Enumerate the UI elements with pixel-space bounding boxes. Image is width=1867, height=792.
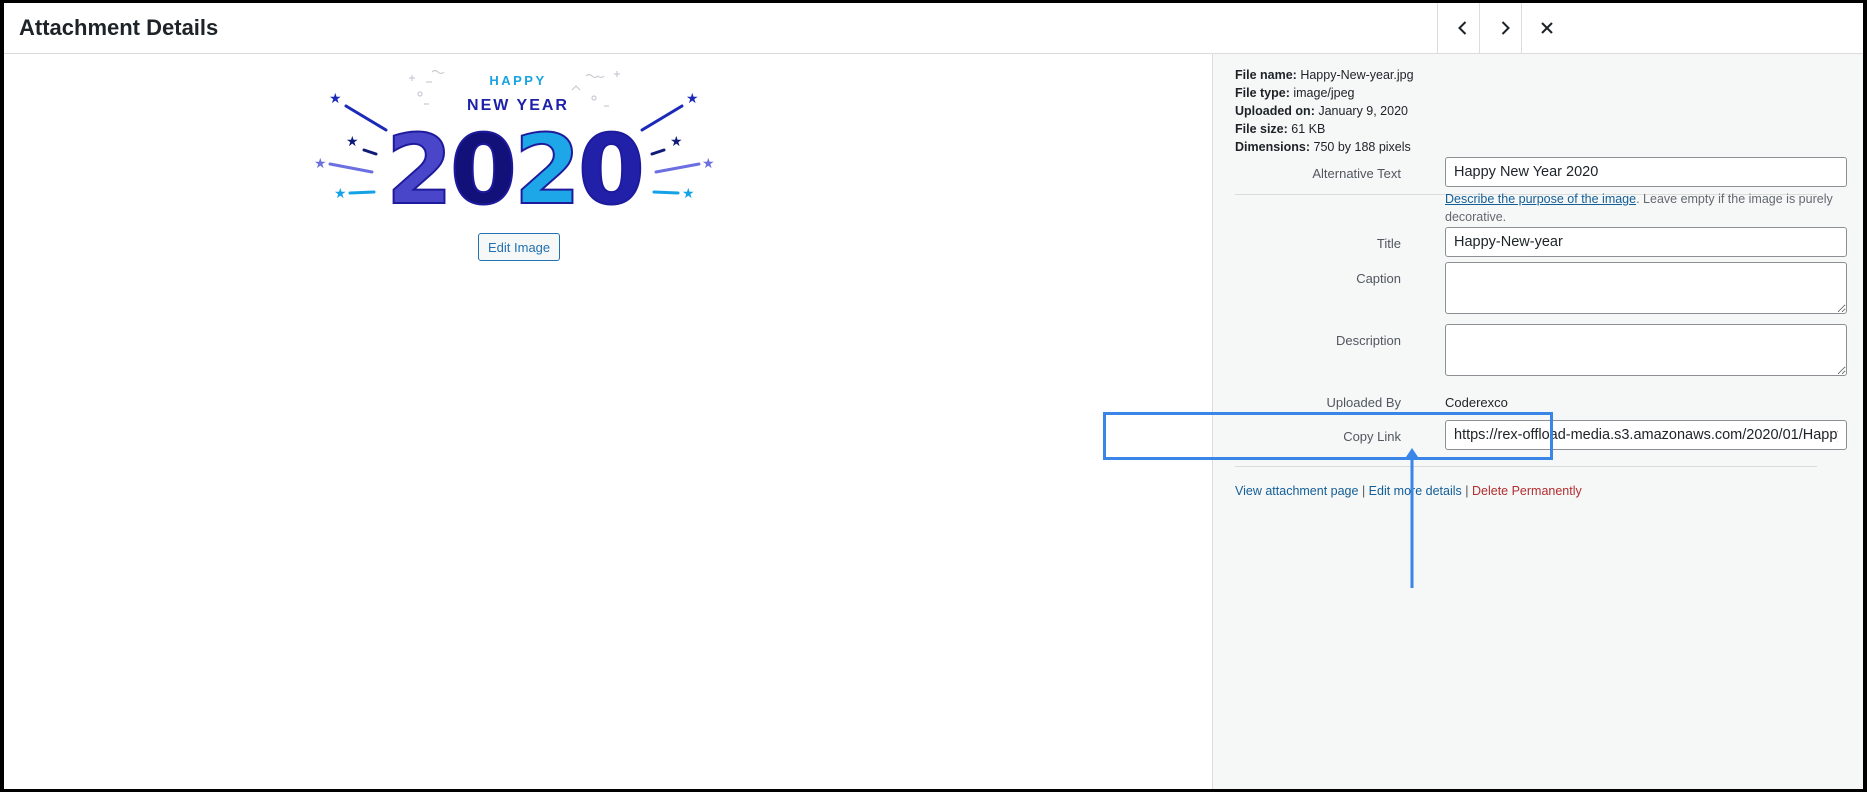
image-digit: 0 — [450, 114, 517, 213]
file-info: File name: Happy-New-year.jpg File type:… — [1235, 66, 1414, 156]
delete-permanently-link[interactable]: Delete Permanently — [1472, 484, 1582, 498]
modal-title: Attachment Details — [19, 15, 219, 40]
svg-text:★: ★ — [314, 156, 327, 172]
title-input[interactable] — [1445, 227, 1847, 257]
edit-image-button[interactable]: Edit Image — [478, 233, 561, 261]
attachment-preview: HAPPY NEW YEAR ★ ★ ★ ★ ★ ★ ★ ★ 2 0 2 0 E… — [4, 54, 1212, 789]
image-text-new-year: NEW YEAR — [467, 97, 569, 114]
file-size-row: File size: 61 KB — [1235, 122, 1326, 136]
description-label: Description — [1335, 333, 1401, 348]
divider — [1235, 466, 1817, 467]
image-digit: 2 — [386, 114, 453, 213]
file-type-row: File type: image/jpeg — [1235, 86, 1355, 100]
description-textarea[interactable] — [1445, 324, 1847, 376]
chevron-left-icon — [1458, 21, 1467, 35]
modal-header: Attachment Details — [4, 3, 1863, 54]
view-attachment-page-link[interactable]: View attachment page — [1235, 484, 1358, 498]
copy-link-highlight — [1103, 412, 1553, 460]
svg-text:★: ★ — [702, 156, 715, 172]
caption-label: Caption — [1356, 271, 1401, 286]
svg-text:★: ★ — [682, 186, 695, 202]
image-digit: 0 — [578, 114, 645, 213]
image-digit: 2 — [514, 114, 581, 213]
chevron-right-icon — [1501, 21, 1510, 35]
alt-text-help: Describe the purpose of the image. Leave… — [1445, 192, 1833, 224]
close-icon — [1541, 22, 1553, 34]
uploaded-by-value: Coderexco — [1445, 395, 1508, 410]
close-button[interactable] — [1521, 3, 1572, 53]
svg-text:★: ★ — [686, 91, 699, 107]
alt-text-label: Alternative Text — [1312, 166, 1401, 181]
svg-text:★: ★ — [670, 134, 683, 150]
title-label: Title — [1376, 236, 1401, 251]
alt-text-input[interactable] — [1445, 157, 1847, 187]
svg-text:★: ★ — [346, 134, 359, 150]
image-text-happy: HAPPY — [489, 73, 546, 88]
dimensions-row: Dimensions: 750 by 188 pixels — [1235, 140, 1411, 154]
up-arrow-icon — [1404, 448, 1420, 588]
svg-text:★: ★ — [334, 186, 347, 202]
uploaded-on-row: Uploaded on: January 9, 2020 — [1235, 104, 1408, 118]
svg-text:★: ★ — [329, 91, 342, 107]
file-name-row: File name: Happy-New-year.jpg — [1235, 68, 1414, 82]
describe-purpose-link[interactable]: Describe the purpose of the image — [1445, 192, 1636, 206]
attachment-details-modal: Attachment Details HAPPY NEW YEAR ★ ★ ★ … — [4, 3, 1863, 789]
uploaded-by-label: Uploaded By — [1326, 395, 1401, 410]
caption-textarea[interactable] — [1445, 262, 1847, 314]
happy-new-year-image: HAPPY NEW YEAR ★ ★ ★ ★ ★ ★ ★ ★ 2 0 2 0 — [314, 69, 715, 213]
